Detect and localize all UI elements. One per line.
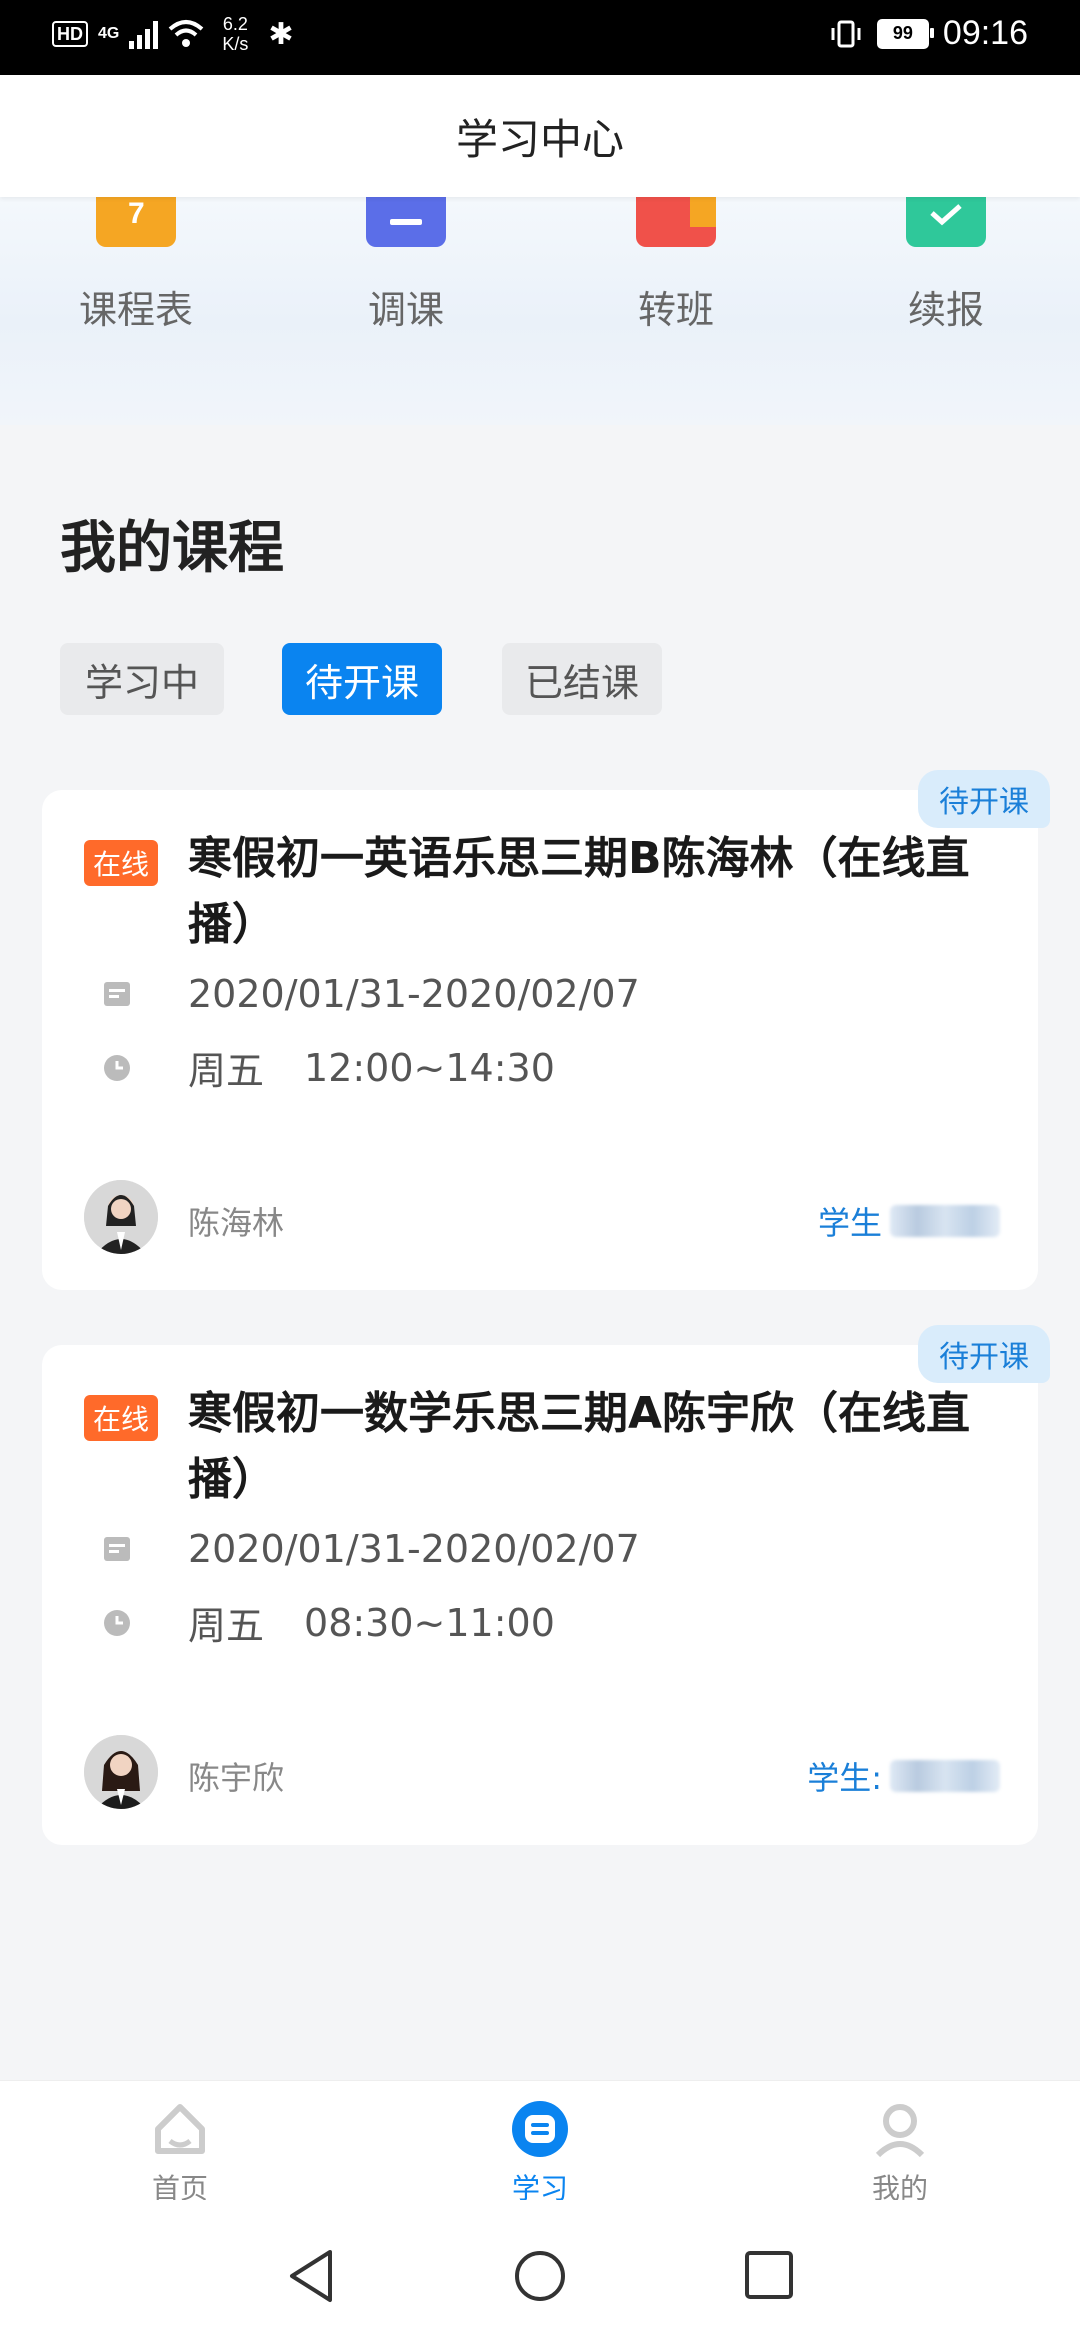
renew-check-icon <box>896 197 996 249</box>
page-title: 学习中心 <box>455 114 624 164</box>
speed-unit: K/s <box>222 34 249 54</box>
status-right: 99 09:16 <box>829 14 1028 53</box>
quick-actions: 7 课程表 调课 转班 续报 <box>0 197 1080 425</box>
course-title: 寒假初一数学乐思三期A陈宇欣（在线直播） <box>188 1388 971 1505</box>
home-icon <box>155 2104 205 2154</box>
calendar-icon: 7 <box>86 197 186 249</box>
quick-action-label: 转班 <box>637 288 714 332</box>
date-row: 2020/01/31-2020/02/07 <box>102 1527 640 1571</box>
recents-icon[interactable] <box>744 2250 794 2300</box>
course-card[interactable]: 待开课 在线 寒假初一数学乐思三期A陈宇欣（在线直播） 2020/01/31-2… <box>42 1325 1050 1845</box>
quick-action-label: 调课 <box>367 288 444 332</box>
tab-upcoming[interactable]: 待开课 <box>282 643 442 715</box>
calendar-small-icon <box>104 1537 130 1561</box>
student-info: 学生: <box>807 1753 1000 1799</box>
quick-action-transfer[interactable]: 转班 <box>586 197 766 334</box>
status-left: HD 4G 6.2 K/s ✱ <box>52 14 294 54</box>
network-type: 4G <box>98 25 120 42</box>
class-time: 12:00~14:30 <box>304 1045 555 1090</box>
class-day: 周五 <box>188 1049 265 1093</box>
teacher-name: 陈海林 <box>188 1204 285 1242</box>
student-label: 学生: <box>807 1759 882 1797</box>
wifi-icon <box>169 20 204 47</box>
student-info: 学生 <box>818 1198 1000 1244</box>
quick-action-adjust[interactable]: 调课 <box>316 197 496 334</box>
course-card[interactable]: 待开课 在线 寒假初一英语乐思三期B陈海林（在线直播） 2020/01/31-2… <box>42 770 1050 1290</box>
online-tag: 在线 <box>84 840 158 886</box>
clock-icon <box>104 1054 130 1081</box>
adjust-class-icon <box>356 197 456 249</box>
student-name-redacted <box>890 1760 1000 1792</box>
time-row: 周五 08:30~11:00 <box>102 1595 555 1650</box>
quick-action-label: 续报 <box>907 288 984 332</box>
bluetooth-icon: ✱ <box>268 17 294 51</box>
tab-finished[interactable]: 已结课 <box>502 643 662 715</box>
home-button-icon[interactable] <box>514 2250 566 2302</box>
study-icon <box>512 2101 568 2157</box>
speed-value: 6.2 <box>222 14 248 34</box>
back-icon[interactable] <box>286 2248 336 2304</box>
quick-action-renew[interactable]: 续报 <box>856 197 1036 334</box>
online-tag: 在线 <box>84 1395 158 1441</box>
app-bar: 学习中心 <box>0 75 1080 197</box>
battery-level: 99 <box>892 23 913 43</box>
date-range: 2020/01/31-2020/02/07 <box>188 1527 640 1571</box>
signal-icon <box>129 19 159 49</box>
clock: 09:16 <box>942 14 1028 52</box>
teacher-avatar <box>84 1180 158 1254</box>
my-courses-section: 我的课程 学习中 待开课 已结课 待开课 在线 寒假初一英语乐思三期B陈海林（在… <box>0 425 1080 2080</box>
battery-icon: 99 <box>876 18 934 49</box>
time-row: 周五 12:00~14:30 <box>102 1040 555 1095</box>
student-name-redacted <box>890 1205 1000 1237</box>
transfer-class-icon <box>626 197 726 249</box>
class-day: 周五 <box>188 1604 265 1648</box>
nav-profile[interactable]: 我的 <box>800 2099 1000 2207</box>
student-label: 学生 <box>817 1204 882 1242</box>
nav-study[interactable]: 学习 <box>440 2099 640 2207</box>
calendar-small-icon <box>104 982 130 1006</box>
system-nav-bar <box>0 2200 1080 2340</box>
hd-indicator: HD <box>52 21 88 47</box>
quick-action-label: 课程表 <box>78 288 193 332</box>
clock-icon <box>104 1609 130 1636</box>
date-range: 2020/01/31-2020/02/07 <box>188 972 640 1016</box>
vibrate-icon <box>831 20 861 47</box>
network-speed: 6.2 K/s <box>222 14 248 54</box>
tab-learning[interactable]: 学习中 <box>60 643 224 715</box>
status-bar: HD 4G 6.2 K/s ✱ 99 09:16 <box>0 0 1080 75</box>
section-title: 我的课程 <box>60 516 284 581</box>
nav-home[interactable]: 首页 <box>80 2099 280 2207</box>
bottom-nav: 首页 学习 我的 <box>0 2080 1080 2205</box>
status-badge: 待开课 <box>918 1325 1050 1383</box>
teacher-name: 陈宇欣 <box>188 1759 285 1797</box>
class-time: 08:30~11:00 <box>304 1600 555 1645</box>
teacher-avatar <box>84 1735 158 1809</box>
quick-action-schedule[interactable]: 7 课程表 <box>46 197 226 334</box>
status-badge: 待开课 <box>918 770 1050 828</box>
date-row: 2020/01/31-2020/02/07 <box>102 972 640 1016</box>
profile-icon <box>875 2104 925 2158</box>
course-title: 寒假初一英语乐思三期B陈海林（在线直播） <box>188 833 970 950</box>
